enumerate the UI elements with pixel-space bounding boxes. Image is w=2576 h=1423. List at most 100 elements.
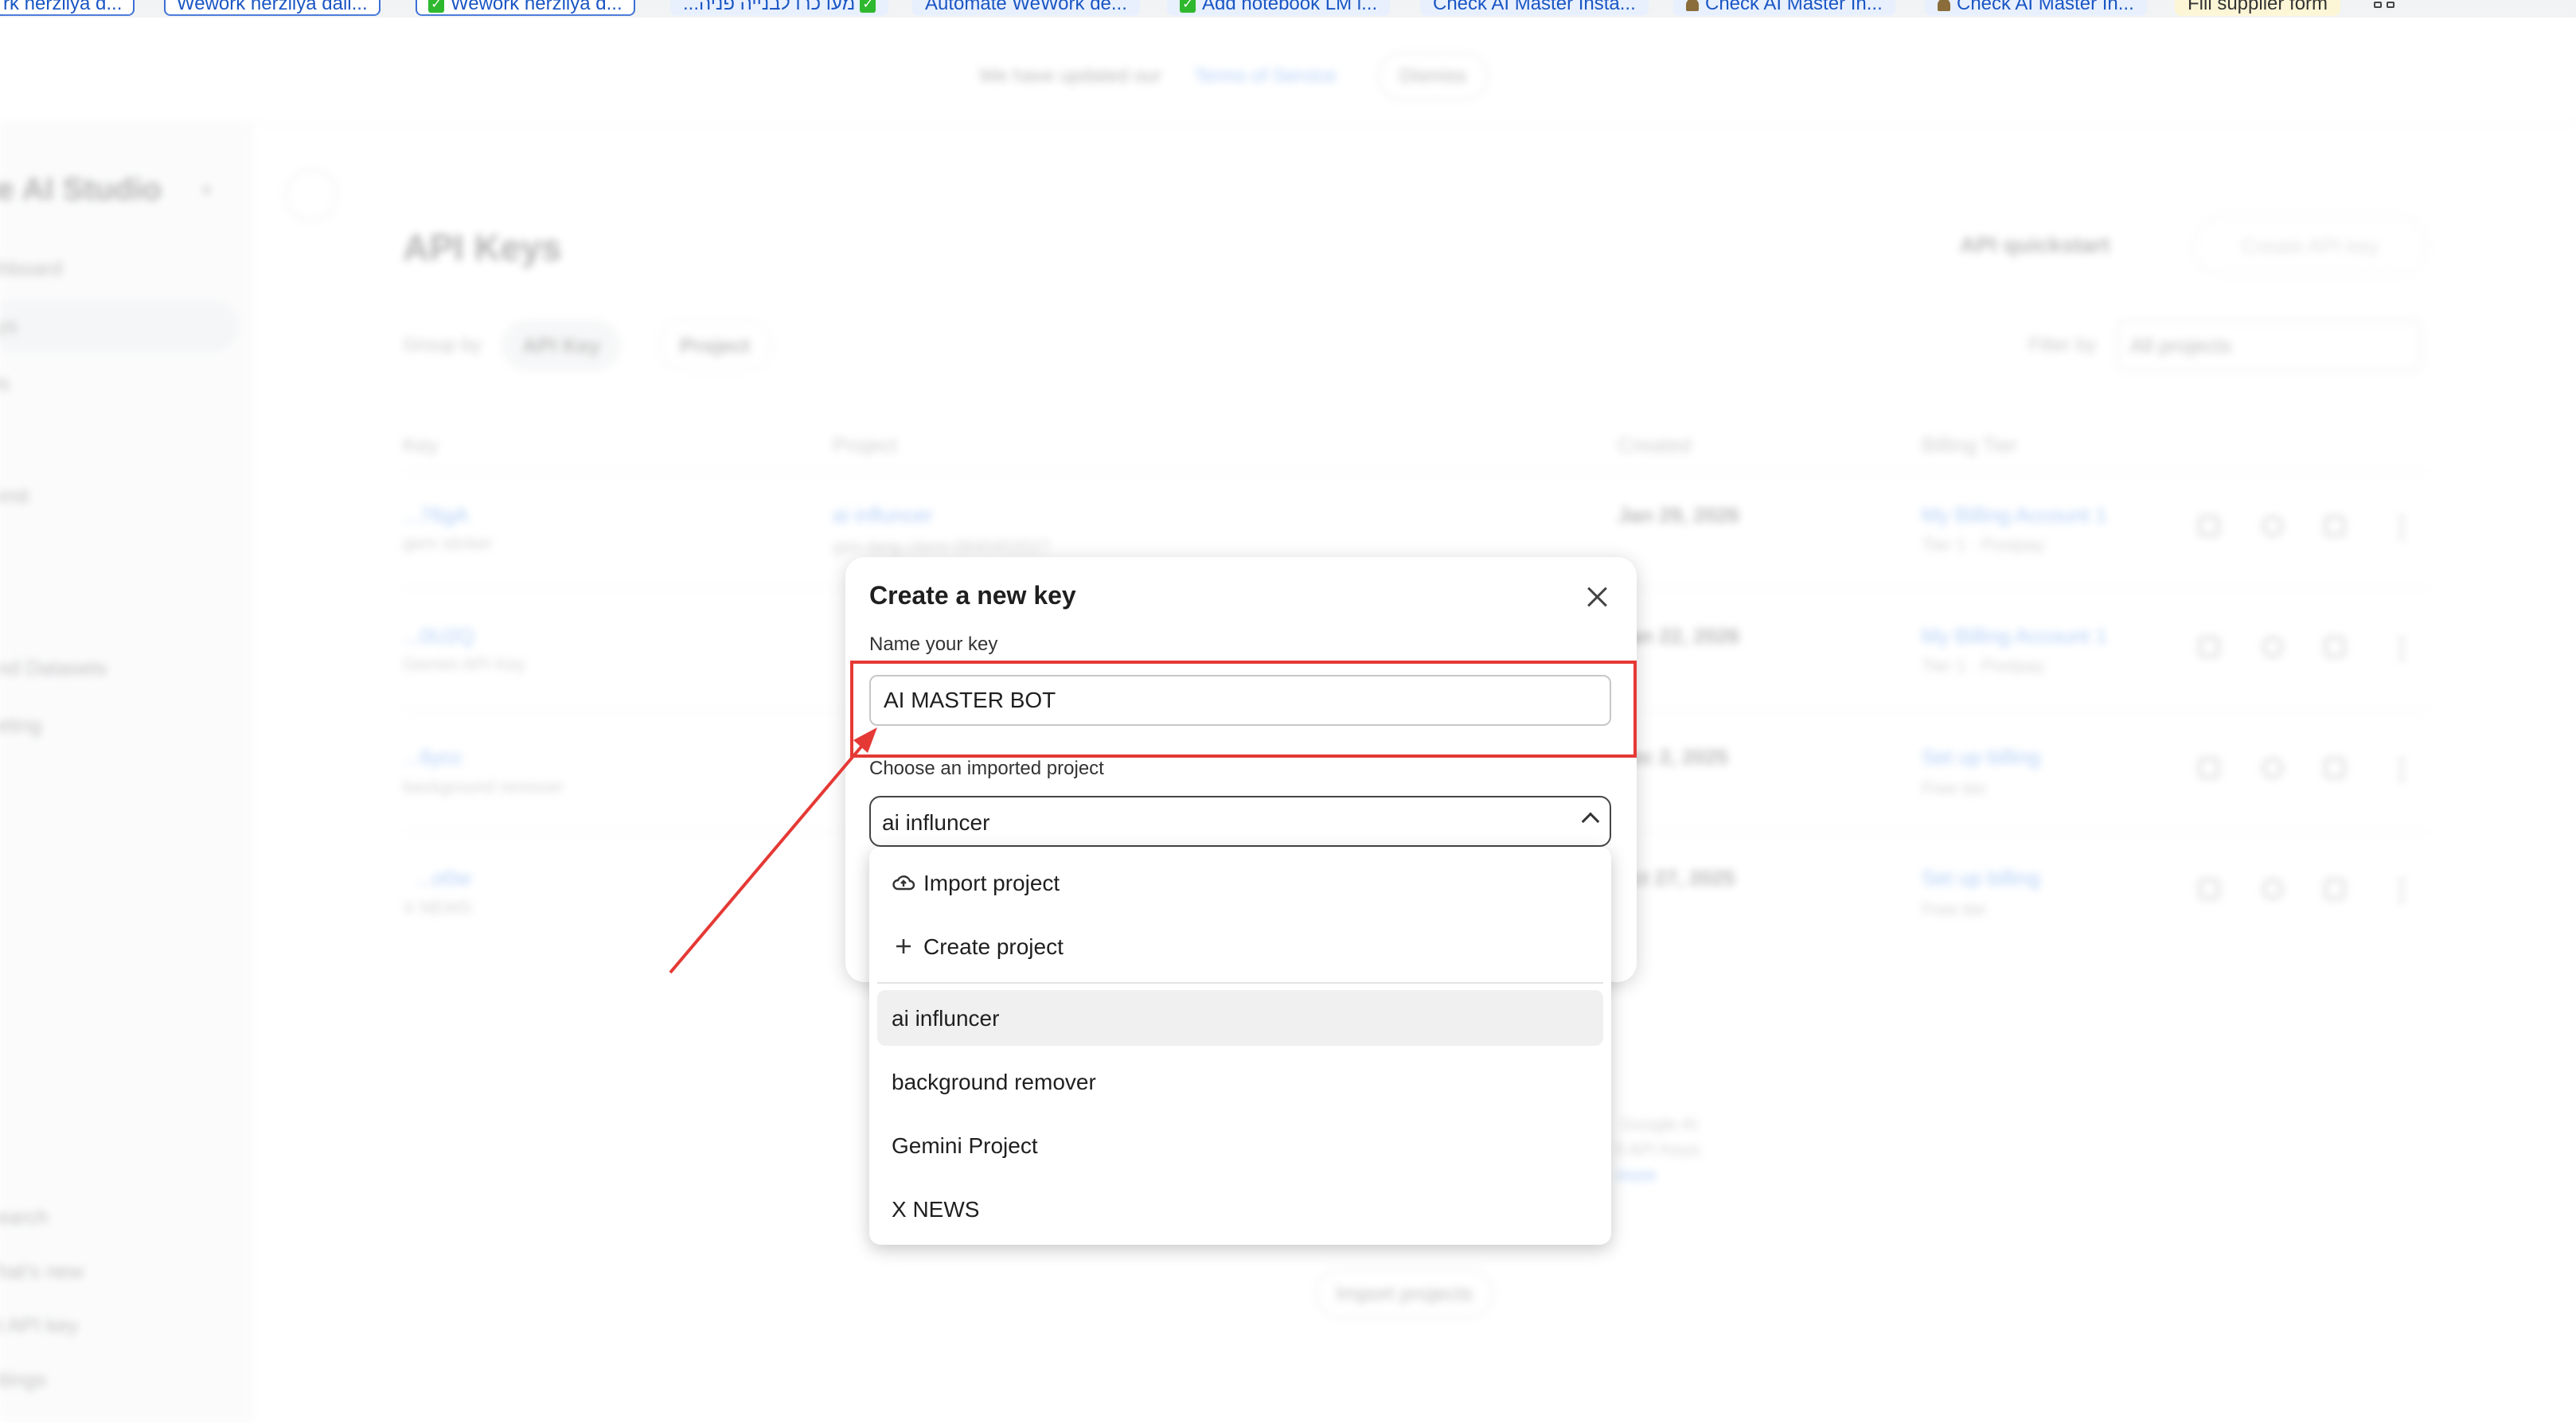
project-link[interactable]: ai influncer xyxy=(833,503,933,528)
import-projects-button[interactable]: Import projects xyxy=(1315,1269,1493,1318)
key-id[interactable]: ...76gA xyxy=(403,503,468,528)
api-quickstart-link[interactable]: API quickstart xyxy=(1960,232,2110,258)
create-api-key-button[interactable]: Create API key xyxy=(2192,216,2428,275)
bookmark-item[interactable]: rk herzliya d... xyxy=(0,0,135,16)
sidebar-item-get-api-key[interactable]: t API key xyxy=(0,1313,79,1338)
column-header-created: Created xyxy=(1618,433,1692,457)
check-icon: ✓ xyxy=(428,0,444,13)
billing-tier: Free tier xyxy=(1922,778,1987,798)
create-project-label: Create project xyxy=(923,934,1064,959)
bookmark-item[interactable]: Fill supplier form xyxy=(2175,0,2341,16)
sidebar-item-api-keys[interactable]: ys xyxy=(0,314,18,338)
copy-icon[interactable] xyxy=(2199,637,2219,657)
terms-notice: We have updated our Terms of Service Dis… xyxy=(0,18,2576,124)
bookmark-item[interactable]: Wework herzliya dail... xyxy=(164,0,381,16)
bookmark-item[interactable]: ...מעו כרו לבנייה פניה ✓ xyxy=(670,0,889,16)
created-date: Jan 29, 2026 xyxy=(1618,503,1740,527)
favicon-icon xyxy=(1938,0,1950,11)
create-project-option[interactable]: Create project xyxy=(877,918,1603,974)
learn-more-link[interactable]: more xyxy=(1616,1165,1656,1186)
sidebar-item-search[interactable]: earch xyxy=(0,1205,49,1230)
billing-tier: Tier 1 · Postpay xyxy=(1922,535,2045,555)
sidebar-active-highlight xyxy=(0,301,239,352)
more-vert-icon[interactable] xyxy=(2399,758,2404,782)
filter-by-label: Filter by xyxy=(2028,334,2097,356)
copy-icon[interactable] xyxy=(2199,758,2219,778)
sidebar-item-marketing[interactable]: eting xyxy=(0,713,41,738)
billing-link[interactable]: My Billing Account 1 xyxy=(1922,624,2107,649)
sidebar-item-dashboard[interactable]: ashboard xyxy=(0,256,62,281)
globe-icon[interactable] xyxy=(2262,758,2283,778)
info-note-line: ll API Keys. xyxy=(1616,1140,1705,1160)
chevron-up-icon xyxy=(1581,812,1600,831)
column-header-key: Key xyxy=(403,433,439,457)
sidebar-item-datasets[interactable]: nd Datasets xyxy=(0,656,107,680)
billing-link[interactable]: Set up billing xyxy=(1922,745,2040,770)
dialog-title: Create a new key xyxy=(869,581,1076,610)
project-select-value: ai influncer xyxy=(882,810,990,835)
globe-icon[interactable] xyxy=(2262,879,2283,899)
sidebar: gle AI Studio ▾ ashboard ys ts imit nd D… xyxy=(0,124,253,1423)
project-label: Choose an imported project xyxy=(869,758,1104,779)
import-project-option[interactable]: Import project xyxy=(877,855,1603,910)
bookmark-item[interactable]: Automate WeWork de... xyxy=(912,0,1140,16)
copy-icon[interactable] xyxy=(2199,516,2219,536)
project-option[interactable]: ai influncer xyxy=(877,990,1603,1046)
project-option-label: background remover xyxy=(892,1070,1096,1094)
sidebar-item[interactable]: imit xyxy=(0,484,29,509)
project-option[interactable]: Gemini Project xyxy=(877,1117,1603,1173)
sidebar-item[interactable]: ts xyxy=(0,371,10,396)
key-name: background remover xyxy=(403,777,564,797)
bookmark-item[interactable]: Check AI Master Insta... xyxy=(1420,0,1649,16)
key-id[interactable]: ...o0w xyxy=(416,866,470,891)
bookmarks-bar: rk herzliya d... Wework herzliya dail...… xyxy=(0,0,2576,18)
group-by-project-chip[interactable]: Project xyxy=(658,320,773,371)
filter-select[interactable]: All projects xyxy=(2117,320,2422,371)
globe-icon[interactable] xyxy=(2262,516,2283,536)
billing-tier: Free tier xyxy=(1922,899,1987,919)
info-note-line: Google AI xyxy=(1621,1114,1698,1134)
key-name: gem sticker xyxy=(403,533,493,553)
check-icon: ✓ xyxy=(1180,0,1196,13)
bookmark-item[interactable]: Check AI Master In... xyxy=(1673,0,1895,16)
copy-icon[interactable] xyxy=(2199,879,2219,899)
usage-chart-icon[interactable] xyxy=(2324,516,2345,536)
more-vert-icon[interactable] xyxy=(2399,516,2404,540)
notice-text: We have updated our xyxy=(979,65,1162,87)
terms-link[interactable]: Terms of Service xyxy=(1194,65,1337,88)
dropdown-divider xyxy=(877,982,1603,984)
globe-icon[interactable] xyxy=(2262,637,2283,657)
usage-chart-icon[interactable] xyxy=(2324,758,2345,778)
bookmark-item[interactable]: ✓ Wework herzliya d... xyxy=(416,0,635,16)
billing-link[interactable]: My Billing Account 1 xyxy=(1922,503,2107,528)
sidebar-item-settings[interactable]: ttings xyxy=(0,1367,46,1392)
created-date: ec 2, 2025 xyxy=(1630,745,1728,769)
column-header-billing-tier: Billing Tier xyxy=(1922,433,2017,457)
name-key-label: Name your key xyxy=(869,634,998,655)
project-option-label: X NEWS xyxy=(892,1197,980,1222)
chevron-down-icon[interactable]: ▾ xyxy=(202,180,211,201)
group-by-api-key-chip[interactable]: API Key xyxy=(502,320,622,371)
project-option[interactable]: background remover xyxy=(877,1054,1603,1109)
key-id[interactable]: ...0U2Q xyxy=(403,624,474,649)
dismiss-button[interactable]: Dismiss xyxy=(1377,53,1489,100)
usage-chart-icon[interactable] xyxy=(2324,637,2345,657)
close-icon[interactable] xyxy=(1579,579,1614,614)
page-title: API Keys xyxy=(403,227,562,268)
billing-link[interactable]: Set up billing xyxy=(1922,866,2040,891)
billing-tier: Tier 1 · Postpay xyxy=(1922,656,2045,676)
bookmark-item[interactable]: ✓ Add notebook LM i... xyxy=(1167,0,1391,16)
more-vert-icon[interactable] xyxy=(2399,879,2404,903)
sidebar-item-whats-new[interactable]: hat's new xyxy=(0,1259,84,1284)
collapse-sidebar-button[interactable] xyxy=(285,169,338,221)
project-option[interactable]: X NEWS xyxy=(877,1181,1603,1237)
more-vert-icon[interactable] xyxy=(2399,637,2404,661)
key-id[interactable]: ...6ycc xyxy=(403,745,463,770)
group-by-label: Group by xyxy=(403,334,482,356)
column-header-project: Project xyxy=(833,433,897,457)
usage-chart-icon[interactable] xyxy=(2324,879,2345,899)
project-select[interactable]: ai influncer xyxy=(869,796,1611,847)
all-bookmarks-icon[interactable] xyxy=(2374,0,2398,16)
bookmark-item[interactable]: Check AI Master In... xyxy=(1925,0,2147,16)
screen: rk herzliya d... Wework herzliya dail...… xyxy=(0,0,2576,1423)
